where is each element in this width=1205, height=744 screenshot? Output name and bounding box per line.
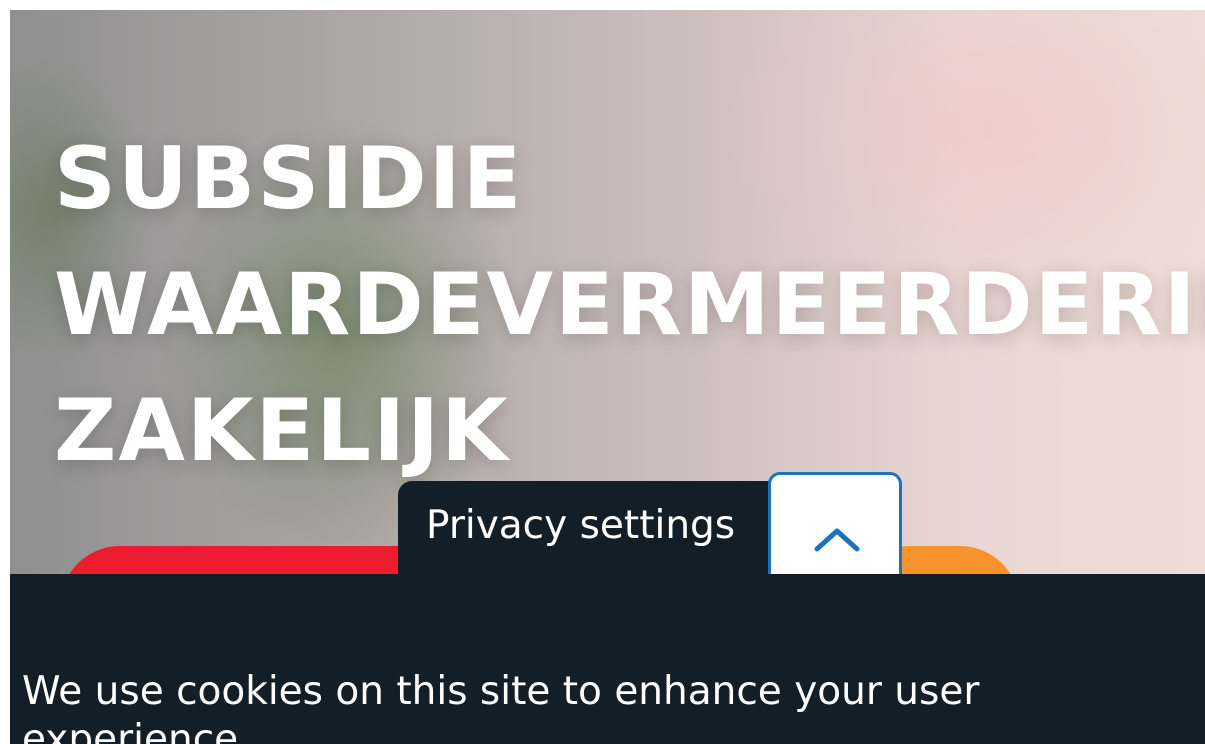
hero-title-line-1: SUBSIDIE xyxy=(54,129,524,229)
cookie-message: We use cookies on this site to enhance y… xyxy=(22,669,980,744)
chevron-up-icon xyxy=(814,528,860,552)
page-viewport: SUBSIDIE WAARDEVERMEERDERING ZAKELIJK Pr… xyxy=(10,10,1205,744)
cookie-banner: We use cookies on this site to enhance y… xyxy=(10,574,1205,744)
privacy-settings-label: Privacy settings xyxy=(426,503,736,548)
hero-title: SUBSIDIE WAARDEVERMEERDERING ZAKELIJK xyxy=(54,116,1205,494)
privacy-toggle-button[interactable] xyxy=(768,472,902,590)
hero-title-line-2: WAARDEVERMEERDERING xyxy=(54,255,1205,355)
hero-title-line-3: ZAKELIJK xyxy=(54,381,510,481)
